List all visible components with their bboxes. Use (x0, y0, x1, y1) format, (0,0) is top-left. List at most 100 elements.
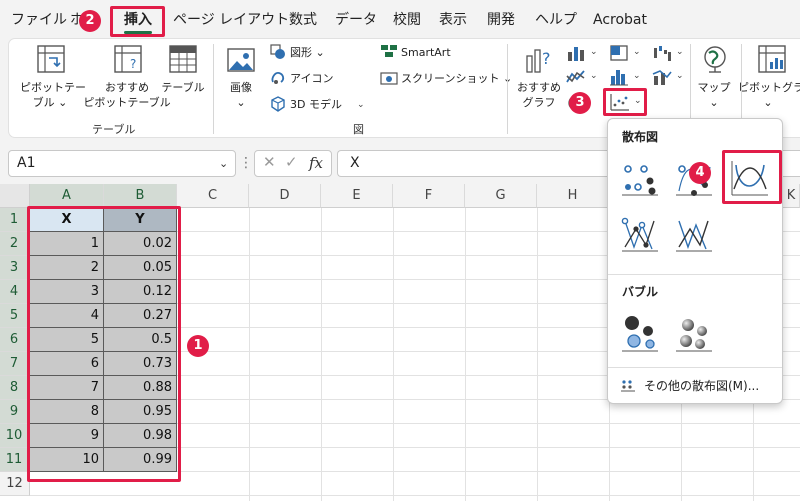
enter-icon[interactable]: ✓ (285, 153, 298, 171)
step-2-badge: 2 (79, 10, 101, 32)
formula-controls: ✕ ✓ fx (254, 150, 332, 177)
tab-view[interactable]: 表示 (439, 0, 467, 38)
column-header-f[interactable]: F (393, 184, 465, 208)
row-header[interactable]: 12 (0, 472, 30, 496)
ribbon-separator (507, 44, 508, 134)
chevron-down-icon[interactable]: ⌄ (633, 47, 641, 57)
column-header-h[interactable]: H (537, 184, 609, 208)
step-4-badge: 4 (689, 162, 711, 184)
tab-developer[interactable]: 開発 (487, 0, 515, 38)
smartart-icon[interactable] (380, 44, 398, 58)
chevron-down-icon[interactable]: ⌄ (219, 150, 228, 177)
column-header-b[interactable]: B (104, 184, 177, 208)
step-1-highlight (27, 206, 181, 482)
3d-bubble-chart-icon[interactable] (674, 313, 714, 353)
row-header[interactable]: 8 (0, 376, 30, 400)
line-chart-icon[interactable] (566, 68, 586, 86)
image-icon[interactable] (226, 46, 256, 74)
shapes-icon[interactable] (270, 44, 286, 60)
scatter-straight-lines-icon[interactable] (674, 215, 714, 255)
chevron-down-icon[interactable]: ⌄ (676, 47, 684, 57)
pivot-chart-label: ピボットグラフ⌄ (738, 81, 800, 109)
column-header-g[interactable]: G (465, 184, 537, 208)
row-header[interactable]: 4 (0, 280, 30, 304)
image-label: 画像 ⌄ (230, 81, 252, 109)
more-icon[interactable]: ⋮ (239, 150, 253, 177)
waterfall-chart-icon[interactable] (652, 44, 672, 62)
statistic-chart-icon[interactable] (609, 68, 629, 86)
gridline (321, 208, 322, 501)
smartart-label[interactable]: SmartArt (401, 45, 451, 60)
combo-chart-icon[interactable] (652, 68, 672, 86)
column-header-e[interactable]: E (321, 184, 393, 208)
bubble-heading: バブル (622, 285, 659, 299)
step-3-badge: 3 (569, 92, 591, 114)
gridline (465, 208, 466, 501)
screenshot-label[interactable]: スクリーンショット ⌄ (401, 71, 512, 86)
pivot-table-icon[interactable] (36, 44, 66, 74)
pivot-table-label: ピボットテー ブル ⌄ (20, 81, 86, 109)
step-1-badge: 1 (187, 335, 209, 357)
row-header[interactable]: 2 (0, 232, 30, 256)
gridline (393, 208, 394, 501)
bubble-chart-icon[interactable] (620, 313, 660, 353)
scatter-markers-only-icon[interactable] (620, 159, 660, 199)
dropdown-separator (608, 274, 782, 275)
recommended-pivot-icon[interactable]: ? (113, 44, 143, 74)
row-header[interactable]: 11 (0, 448, 30, 472)
svg-text:?: ? (130, 57, 136, 71)
column-header-k[interactable]: K (782, 184, 800, 208)
gridline (30, 495, 800, 496)
3d-model-icon[interactable] (270, 96, 286, 112)
tab-review[interactable]: 校閲 (393, 0, 421, 38)
tab-formulas[interactable]: 数式 (289, 0, 317, 38)
tab-page-layout[interactable]: ページ レイアウト (173, 0, 289, 38)
insert-function-icon[interactable]: fx (309, 154, 323, 172)
row-header[interactable]: 10 (0, 424, 30, 448)
gridline (537, 208, 538, 501)
chevron-down-icon[interactable]: ⌄ (633, 71, 641, 81)
group-label-figure: 図 (353, 123, 364, 136)
chevron-down-icon[interactable]: ⌄ (590, 47, 598, 57)
select-all-corner[interactable] (0, 184, 30, 208)
svg-text:?: ? (542, 49, 551, 68)
pivot-chart-icon[interactable] (757, 44, 787, 74)
tab-acrobat[interactable]: Acrobat (593, 0, 647, 38)
maps-label: マップ ⌄ (697, 81, 731, 109)
column-header-c[interactable]: C (177, 184, 249, 208)
recommended-charts-icon[interactable]: ? (524, 44, 556, 74)
step-2-highlight (110, 6, 165, 37)
row-header[interactable]: 9 (0, 400, 30, 424)
recommended-charts-label: おすすめ グラフ (517, 81, 561, 109)
tab-help[interactable]: ヘルプ (535, 0, 577, 38)
column-header-a[interactable]: A (30, 184, 104, 208)
row-header[interactable]: 6 (0, 328, 30, 352)
cancel-icon[interactable]: ✕ (263, 153, 276, 171)
tab-file[interactable]: ファイル (11, 0, 67, 38)
row-header[interactable]: 3 (0, 256, 30, 280)
icons-icon[interactable] (270, 70, 286, 86)
row-header[interactable]: 7 (0, 352, 30, 376)
row-header[interactable]: 5 (0, 304, 30, 328)
maps-icon[interactable] (701, 44, 729, 74)
chevron-down-icon[interactable]: ⌄ (357, 100, 365, 110)
column-header-d[interactable]: D (249, 184, 321, 208)
column-chart-icon[interactable] (566, 44, 586, 62)
icons-label[interactable]: アイコン (290, 71, 333, 86)
scatter-more-icon (621, 380, 635, 392)
3d-model-label[interactable]: 3D モデル (290, 97, 342, 112)
shapes-label[interactable]: 図形 ⌄ (290, 45, 325, 60)
screenshot-icon[interactable] (380, 70, 398, 86)
table-icon[interactable] (168, 44, 198, 74)
chevron-down-icon[interactable]: ⌄ (676, 71, 684, 81)
group-label-table: テーブル (92, 123, 136, 136)
scatter-heading: 散布図 (622, 130, 659, 144)
scatter-straight-markers-icon[interactable] (620, 215, 660, 255)
name-box[interactable]: A1 (8, 150, 236, 177)
more-scatter-charts-item[interactable]: その他の散布図(M)... (644, 377, 759, 394)
tab-data[interactable]: データ (335, 0, 377, 38)
chevron-down-icon[interactable]: ⌄ (590, 71, 598, 81)
hierarchy-chart-icon[interactable] (609, 44, 629, 62)
step-4-highlight (722, 150, 782, 204)
row-header[interactable]: 1 (0, 208, 30, 232)
